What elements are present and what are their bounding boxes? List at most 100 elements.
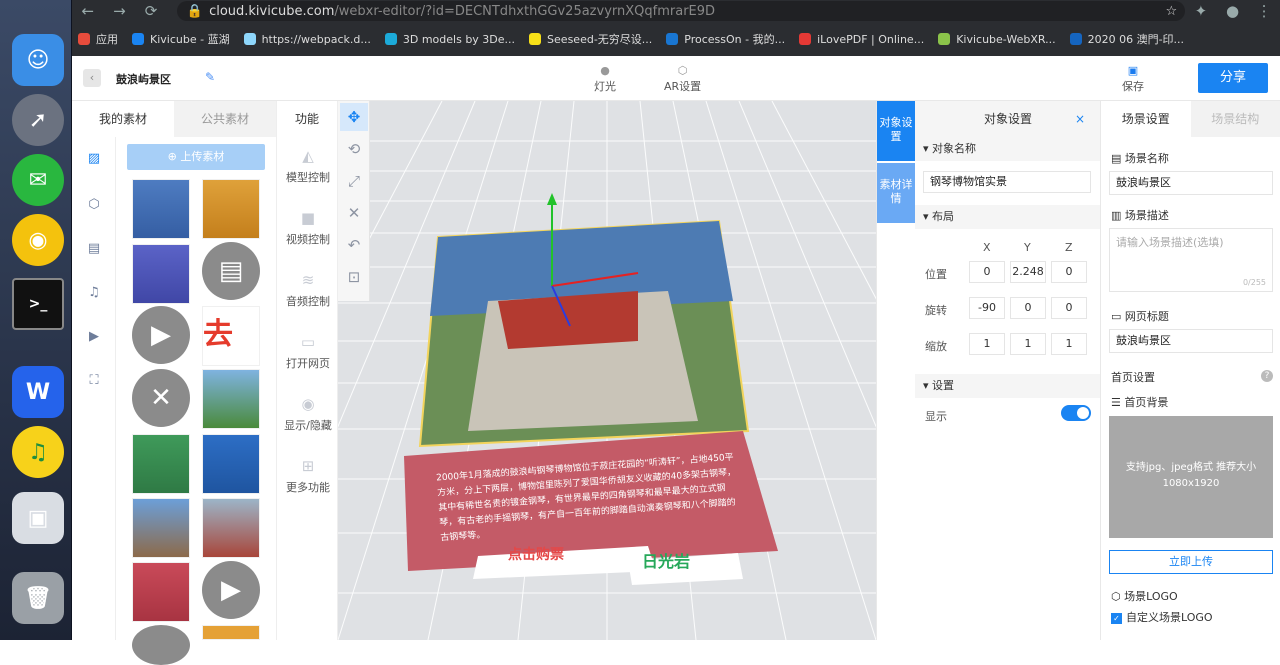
- tab-scene-structure[interactable]: 场景结构: [1191, 101, 1280, 137]
- bookmark[interactable]: Seeseed-无穷尽设...: [529, 31, 652, 47]
- sign-ticket: 点击购票: [508, 544, 564, 564]
- scale-z[interactable]: 1: [1051, 333, 1087, 355]
- rotation-y[interactable]: 0: [1010, 297, 1046, 319]
- asset-thumb[interactable]: [132, 244, 190, 304]
- model-control-button[interactable]: ◭模型控制: [277, 147, 339, 185]
- position-x[interactable]: 0: [969, 261, 1005, 283]
- asset-thumb[interactable]: [202, 498, 260, 558]
- ar-icon[interactable]: ▤: [85, 241, 103, 257]
- asset-thumb[interactable]: [132, 434, 190, 494]
- back-arrow-icon[interactable]: ←: [72, 2, 104, 20]
- name-section[interactable]: ▾ 对象名称: [915, 137, 1101, 161]
- bookmark[interactable]: Kivicube - 蓝湖: [132, 31, 230, 47]
- bookmark[interactable]: Kivicube-WebXR...: [938, 33, 1055, 46]
- preview-icon[interactable]: ▣: [12, 492, 64, 544]
- position-z[interactable]: 0: [1051, 261, 1087, 283]
- ar-settings-button[interactable]: ⬡AR设置: [664, 64, 701, 94]
- back-button[interactable]: ‹: [83, 69, 101, 87]
- model-cube-icon[interactable]: ⬡: [85, 197, 103, 213]
- finder-icon[interactable]: ☺: [12, 34, 64, 86]
- save-button[interactable]: ▣保存: [1122, 64, 1144, 94]
- waveform-icon: ≋: [277, 271, 339, 293]
- upload-button[interactable]: ⊕ 上传素材: [127, 144, 265, 170]
- light-button[interactable]: ●灯光: [594, 64, 616, 94]
- upload-now-button[interactable]: 立即上传: [1109, 550, 1273, 574]
- scale-x[interactable]: 1: [969, 333, 1005, 355]
- bookmark[interactable]: ProcessOn - 我的...: [666, 31, 785, 47]
- more-functions-button[interactable]: ⊞更多功能: [277, 457, 339, 495]
- fit-icon[interactable]: ⊡: [340, 263, 368, 291]
- layout-section[interactable]: ▾ 布局: [915, 205, 1101, 229]
- star-icon[interactable]: ☆: [1165, 4, 1177, 19]
- scan-icon[interactable]: ⛶: [85, 373, 103, 389]
- tab-public-assets[interactable]: 公共素材: [174, 101, 276, 137]
- object-name-input[interactable]: 钢琴博物馆实景: [923, 171, 1091, 193]
- position-y[interactable]: 2.248: [1010, 261, 1046, 283]
- asset-thumb-doc[interactable]: ▤: [202, 242, 260, 300]
- asset-thumb[interactable]: [132, 179, 190, 239]
- wechat-icon[interactable]: ✉: [12, 154, 64, 206]
- audio-icon[interactable]: ♫: [85, 285, 103, 301]
- show-hide-button[interactable]: ◉显示/隐藏: [277, 395, 339, 433]
- move-icon[interactable]: ✥: [340, 103, 368, 131]
- bookmark[interactable]: iLovePDF | Online...: [799, 33, 924, 46]
- scene-name-input[interactable]: 鼓浪屿景区: [1109, 171, 1273, 195]
- chrome-icon[interactable]: ◉: [12, 214, 64, 266]
- audio-control-button[interactable]: ≋音频控制: [277, 271, 339, 309]
- asset-thumb[interactable]: [132, 562, 190, 622]
- trash-icon[interactable]: 🗑: [12, 572, 64, 624]
- bookmark[interactable]: https://webpack.d...: [244, 33, 371, 46]
- asset-thumb-close[interactable]: ✕: [132, 369, 190, 427]
- profile-icon[interactable]: ●: [1217, 2, 1249, 20]
- tab-my-assets[interactable]: 我的素材: [72, 101, 174, 137]
- video-control-button[interactable]: ■视频控制: [277, 209, 339, 247]
- page-title-input[interactable]: 鼓浪屿景区: [1109, 329, 1273, 353]
- editor-app: ‹ 鼓浪屿景区 ✎ ●灯光 ⬡AR设置 ▣保存 分享 我的素材 公共素材 ▨ ⬡…: [72, 56, 1280, 640]
- asset-thumb-video[interactable]: ▶: [132, 306, 190, 364]
- bookmark[interactable]: 2020 06 澳門-印...: [1070, 31, 1184, 47]
- open-webpage-button[interactable]: ▭打开网页: [277, 333, 339, 371]
- asset-thumb[interactable]: [132, 498, 190, 558]
- edit-icon[interactable]: ✎: [205, 70, 215, 84]
- reload-icon[interactable]: ⟳: [135, 2, 167, 20]
- rotate-icon[interactable]: ⟲: [340, 135, 368, 163]
- asset-thumb-video[interactable]: ▶: [202, 561, 260, 619]
- forward-arrow-icon[interactable]: →: [104, 2, 136, 20]
- display-section[interactable]: ▾ 设置: [915, 374, 1101, 398]
- rotation-x[interactable]: -90: [969, 297, 1005, 319]
- scene-desc-input[interactable]: 请输入场景描述(选填)0/255: [1109, 228, 1273, 292]
- tab-object-settings[interactable]: 对象设置: [877, 101, 915, 161]
- display-toggle[interactable]: [1061, 405, 1091, 421]
- menu-icon[interactable]: ⋮: [1248, 2, 1280, 20]
- address-bar[interactable]: 🔒 cloud.kivicube.com/webxr-editor/?id=DE…: [177, 1, 1185, 21]
- asset-thumb[interactable]: [202, 179, 260, 239]
- launchpad-icon[interactable]: ➚: [12, 94, 64, 146]
- close-icon[interactable]: ×: [1075, 101, 1085, 137]
- extensions-icon[interactable]: ✦: [1185, 2, 1217, 20]
- bookmark[interactable]: 应用: [78, 31, 118, 47]
- asset-thumb[interactable]: [202, 625, 260, 640]
- asset-thumb[interactable]: [132, 625, 190, 665]
- image-icon[interactable]: ▨: [85, 151, 103, 167]
- undo-icon[interactable]: ↶: [340, 231, 368, 259]
- home-bg-dropzone[interactable]: 支持jpg、jpeg格式 推荐大小1080x1920: [1109, 416, 1273, 538]
- asset-thumb[interactable]: [202, 369, 260, 429]
- tab-asset-details[interactable]: 素材详情: [877, 163, 915, 223]
- bookmark[interactable]: 3D models by 3De...: [385, 33, 515, 46]
- tab-scene-settings[interactable]: 场景设置: [1101, 101, 1191, 137]
- share-button[interactable]: 分享: [1198, 63, 1268, 93]
- wps-icon[interactable]: W: [12, 366, 64, 418]
- rotation-z[interactable]: 0: [1051, 297, 1087, 319]
- custom-logo-checkbox[interactable]: ✓自定义场景LOGO: [1111, 609, 1213, 625]
- 3d-viewport[interactable]: 2000年1月落成的鼓浪屿钢琴博物馆位于菽庄花园的“听涛轩”，占地450平方米，…: [338, 101, 876, 640]
- asset-thumb[interactable]: 去购: [202, 306, 260, 366]
- camera-icon: ■: [277, 209, 339, 231]
- music-icon[interactable]: ♫: [12, 426, 64, 478]
- video-icon[interactable]: ▶: [85, 329, 103, 345]
- asset-thumb[interactable]: [202, 434, 260, 494]
- terminal-icon[interactable]: >_: [12, 278, 64, 330]
- help-icon[interactable]: ?: [1261, 370, 1273, 382]
- delete-icon[interactable]: ✕: [340, 199, 368, 227]
- scale-y[interactable]: 1: [1010, 333, 1046, 355]
- scale-icon[interactable]: ⤢: [340, 167, 368, 195]
